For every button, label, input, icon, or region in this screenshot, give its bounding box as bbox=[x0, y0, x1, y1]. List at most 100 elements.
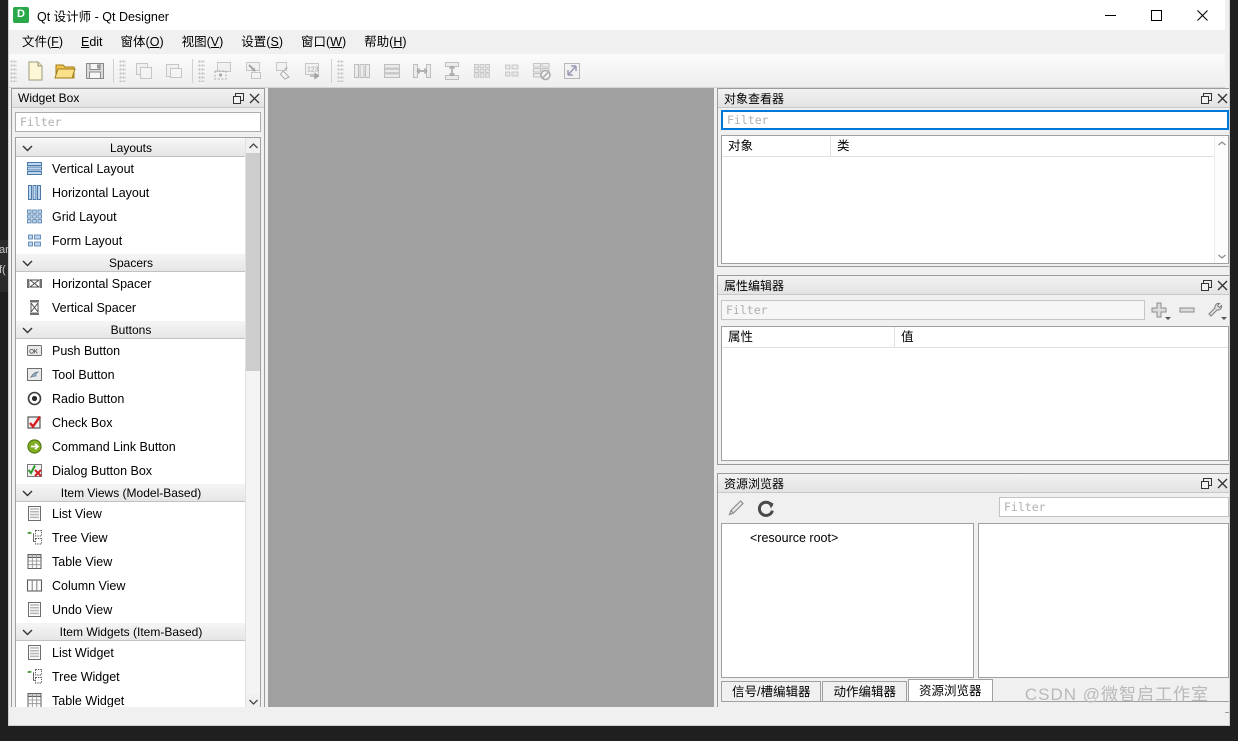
widget-item-push-button[interactable]: OK Push Button bbox=[16, 339, 246, 363]
widget-box-filter-input[interactable] bbox=[15, 112, 261, 132]
open-folder-icon[interactable] bbox=[50, 56, 80, 86]
chevron-down-icon bbox=[16, 628, 38, 636]
toolbar-grip-modes[interactable] bbox=[198, 59, 205, 82]
chevron-down-icon bbox=[16, 326, 38, 334]
column-header-object[interactable]: 对象 bbox=[722, 136, 830, 157]
resource-preview-pane[interactable] bbox=[978, 523, 1229, 678]
menu-view[interactable]: 视图(V) bbox=[173, 32, 233, 53]
widget-box-scrollbar[interactable] bbox=[245, 138, 260, 709]
paste-icon[interactable] bbox=[159, 56, 189, 86]
toolbar-grip-file[interactable] bbox=[10, 59, 17, 82]
resource-browser-panel: 资源浏览器 Filter <resource root> 信号/槽编辑器 动作编… bbox=[717, 473, 1229, 713]
property-editor-close-button[interactable] bbox=[1214, 277, 1229, 293]
object-inspector-scrollbar[interactable] bbox=[1214, 136, 1228, 263]
close-button[interactable] bbox=[1179, 0, 1225, 30]
widget-item-column-view[interactable]: Column View bbox=[16, 574, 246, 598]
minimize-button[interactable] bbox=[1087, 0, 1133, 30]
object-inspector-float-button[interactable] bbox=[1198, 90, 1214, 106]
widget-item-tree-view[interactable]: Tree View bbox=[16, 526, 246, 550]
widget-group-buttons[interactable]: Buttons bbox=[16, 320, 246, 339]
widget-item-grid-layout[interactable]: Grid Layout bbox=[16, 205, 246, 229]
menu-file[interactable]: 文件(F) bbox=[13, 32, 72, 53]
edit-signals-slots-icon[interactable] bbox=[238, 56, 268, 86]
widget-item-list-widget[interactable]: List Widget bbox=[16, 641, 246, 665]
property-editor-filter-input[interactable] bbox=[721, 300, 1145, 320]
object-inspector-filter-input[interactable] bbox=[721, 110, 1229, 130]
adjust-size-icon[interactable] bbox=[557, 56, 587, 86]
widget-item-undo-view[interactable]: Undo View bbox=[16, 598, 246, 622]
widget-group-spacers[interactable]: Spacers bbox=[16, 253, 246, 272]
scroll-up-icon[interactable] bbox=[1215, 136, 1229, 150]
resource-browser-filter-input[interactable] bbox=[999, 497, 1229, 517]
layout-form-icon[interactable] bbox=[497, 56, 527, 86]
property-editor-float-button[interactable] bbox=[1198, 277, 1214, 293]
save-icon[interactable] bbox=[80, 56, 110, 86]
widget-box-close-button[interactable] bbox=[246, 90, 262, 106]
widget-group-item-widgets[interactable]: Item Widgets (Item-Based) bbox=[16, 622, 246, 641]
reload-icon[interactable] bbox=[751, 496, 781, 520]
edit-buddies-icon[interactable] bbox=[268, 56, 298, 86]
edit-tab-order-icon[interactable]: 123 bbox=[298, 56, 328, 86]
menu-form[interactable]: 窗体(O) bbox=[112, 32, 173, 53]
push-button-icon: OK bbox=[24, 341, 44, 361]
maximize-button[interactable] bbox=[1133, 0, 1179, 30]
layout-vertical-icon[interactable] bbox=[377, 56, 407, 86]
menu-window[interactable]: 窗口(W) bbox=[292, 32, 355, 53]
column-header-value[interactable]: 值 bbox=[894, 326, 1228, 348]
toolbar-grip-layout[interactable] bbox=[337, 59, 344, 82]
widget-item-form-layout[interactable]: Form Layout bbox=[16, 229, 246, 253]
widget-box-float-button[interactable] bbox=[230, 90, 246, 106]
tab-action-editor[interactable]: 动作编辑器 bbox=[822, 681, 907, 701]
tab-resource-browser[interactable]: 资源浏览器 bbox=[908, 679, 993, 701]
widget-item-table-view[interactable]: Table View bbox=[16, 550, 246, 574]
widget-item-tree-widget[interactable]: Tree Widget bbox=[16, 665, 246, 689]
configure-icon[interactable] bbox=[1201, 299, 1229, 321]
menu-edit-label: Edit bbox=[80, 34, 103, 49]
layout-splitter-horizontal-icon[interactable] bbox=[407, 56, 437, 86]
edit-resources-icon[interactable] bbox=[721, 496, 751, 520]
menu-edit[interactable]: Edit bbox=[72, 32, 112, 53]
layout-splitter-vertical-icon[interactable] bbox=[437, 56, 467, 86]
scroll-up-icon[interactable] bbox=[246, 138, 260, 153]
widget-item-label: Horizontal Layout bbox=[52, 185, 150, 200]
widget-item-horizontal-layout[interactable]: Horizontal Layout bbox=[16, 181, 246, 205]
widget-item-tool-button[interactable]: Tool Button bbox=[16, 363, 246, 387]
widget-item-vertical-layout[interactable]: Vertical Layout bbox=[16, 157, 246, 181]
widget-item-dialog-button-box[interactable]: Dialog Button Box bbox=[16, 459, 246, 483]
layout-horizontal-icon[interactable] bbox=[347, 56, 377, 86]
toolbar-grip-edit[interactable] bbox=[119, 59, 126, 82]
copy-icon[interactable] bbox=[129, 56, 159, 86]
edit-widgets-icon[interactable] bbox=[208, 56, 238, 86]
object-inspector-close-button[interactable] bbox=[1214, 90, 1229, 106]
add-property-icon[interactable] bbox=[1145, 299, 1173, 321]
widget-item-list-view[interactable]: List View bbox=[16, 502, 246, 526]
new-form-icon[interactable] bbox=[20, 56, 50, 86]
column-header-property[interactable]: 属性 bbox=[722, 327, 894, 348]
tab-signal-slot-editor[interactable]: 信号/槽编辑器 bbox=[721, 681, 822, 701]
object-inspector-tree[interactable]: 对象 类 bbox=[721, 135, 1229, 264]
layout-grid-icon[interactable] bbox=[467, 56, 497, 86]
artifact-line-2: f( bbox=[0, 264, 6, 276]
widget-group-item-views[interactable]: Item Views (Model-Based) bbox=[16, 483, 246, 502]
resource-browser-close-button[interactable] bbox=[1214, 475, 1229, 491]
widget-item-check-box[interactable]: Check Box bbox=[16, 411, 246, 435]
widget-item-horizontal-spacer[interactable]: Horizontal Spacer bbox=[16, 272, 246, 296]
menu-help-label: 帮助(H) bbox=[364, 34, 407, 49]
remove-property-icon[interactable] bbox=[1173, 299, 1201, 321]
scroll-down-icon[interactable] bbox=[1215, 249, 1229, 263]
widget-item-command-link-button[interactable]: Command Link Button bbox=[16, 435, 246, 459]
form-canvas-area[interactable] bbox=[268, 88, 714, 713]
menu-settings[interactable]: 设置(S) bbox=[232, 32, 292, 53]
menu-settings-label: 设置(S) bbox=[241, 34, 283, 49]
menu-help[interactable]: 帮助(H) bbox=[355, 32, 415, 53]
widget-box-scrollbar-thumb[interactable] bbox=[246, 153, 260, 371]
property-editor-table[interactable]: 属性 值 bbox=[721, 326, 1229, 461]
column-header-class[interactable]: 类 bbox=[830, 135, 1228, 157]
break-layout-icon[interactable] bbox=[527, 56, 557, 86]
widget-item-vertical-spacer[interactable]: Vertical Spacer bbox=[16, 296, 246, 320]
resource-browser-float-button[interactable] bbox=[1198, 475, 1214, 491]
widget-item-radio-button[interactable]: Radio Button bbox=[16, 387, 246, 411]
resource-root-node[interactable]: <resource root> bbox=[722, 530, 973, 546]
resource-tree-pane[interactable]: <resource root> bbox=[721, 523, 974, 678]
widget-group-layouts[interactable]: Layouts bbox=[16, 138, 246, 157]
